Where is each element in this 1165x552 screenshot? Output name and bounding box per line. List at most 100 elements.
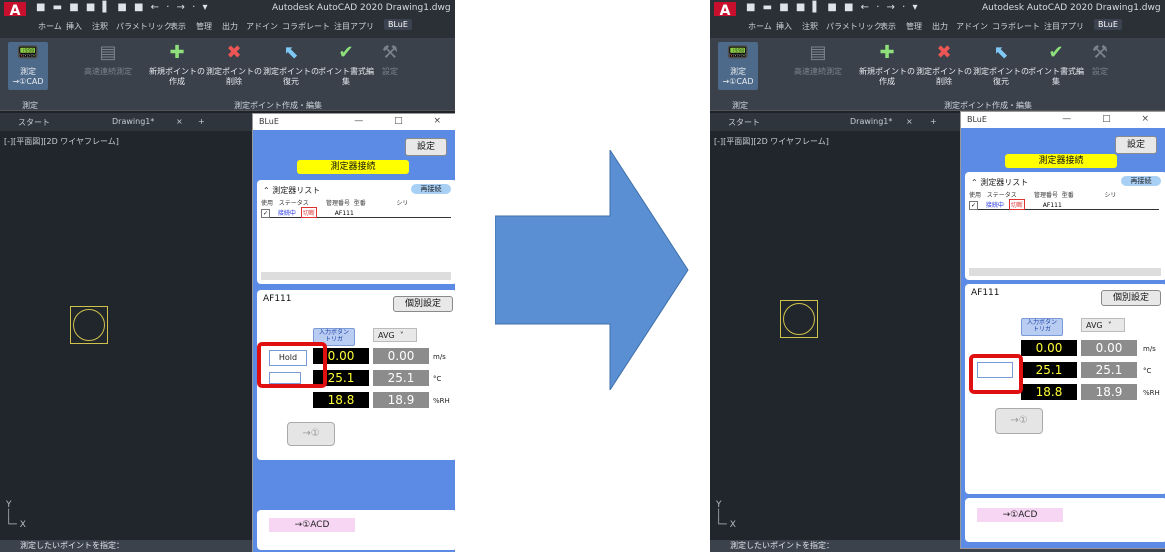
disconnect-button[interactable]: 切断 bbox=[1008, 199, 1025, 210]
close-tab-icon[interactable]: × bbox=[176, 117, 183, 126]
tab-addins[interactable]: アドイン bbox=[956, 21, 988, 32]
live-value-humidity: 18.8 bbox=[1021, 384, 1077, 400]
tab-blue[interactable]: BLuE bbox=[384, 19, 412, 30]
individual-settings-button[interactable]: 個別設定 bbox=[1101, 290, 1161, 306]
highlight-box bbox=[969, 354, 1023, 394]
drawn-circle-rectangle[interactable] bbox=[780, 300, 818, 338]
blue-title-bar: BLuE — □ × bbox=[961, 112, 1165, 128]
device-name: AF111 bbox=[263, 294, 292, 304]
avg-select[interactable]: AVG ˅ bbox=[373, 328, 417, 342]
horizontal-scrollbar[interactable] bbox=[261, 272, 451, 280]
individual-settings-button[interactable]: 個別設定 bbox=[393, 296, 453, 312]
delete-point-icon: ✖ bbox=[226, 42, 242, 63]
format-edit-button[interactable]: ✔ ポイント書式編集 bbox=[1028, 42, 1084, 87]
avg-select[interactable]: AVG ˅ bbox=[1081, 318, 1125, 332]
send-to-cad-button[interactable]: →① bbox=[995, 408, 1043, 434]
tab-home[interactable]: ホーム bbox=[748, 21, 772, 32]
send-to-cad-button[interactable]: →① bbox=[287, 422, 335, 446]
new-point-icon: ✚ bbox=[169, 42, 185, 63]
tab-featured-apps[interactable]: 注目アプリ bbox=[1044, 21, 1084, 32]
tab-addins[interactable]: アドイン bbox=[246, 21, 278, 32]
clipboard-icon: ▤ bbox=[99, 42, 117, 63]
spell-check-icon: ✔ bbox=[1048, 42, 1064, 63]
blue-settings-button[interactable]: 設定 bbox=[405, 138, 447, 156]
arrow-right-icon bbox=[495, 150, 689, 390]
blue-settings-button[interactable]: 設定 bbox=[1115, 136, 1157, 154]
tab-home[interactable]: ホーム bbox=[38, 21, 62, 32]
tab-view[interactable]: 表示 bbox=[170, 21, 186, 32]
tab-drawing1[interactable]: Drawing1* bbox=[850, 117, 892, 126]
delete-point-button[interactable]: ✖ 測定ポイントの削除 bbox=[206, 42, 262, 87]
model-cell: AF111 bbox=[1042, 202, 1062, 209]
tab-start[interactable]: スタート bbox=[728, 117, 760, 128]
tab-parametric[interactable]: パラメトリック bbox=[116, 21, 172, 32]
add-tab-icon[interactable]: + bbox=[930, 117, 937, 126]
input-button-trigger[interactable]: 入力ボタン トリガ bbox=[1021, 318, 1063, 336]
format-edit-button[interactable]: ✔ ポイント書式編集 bbox=[318, 42, 374, 87]
new-point-button[interactable]: ✚ 新規ポイントの作成 bbox=[148, 42, 206, 87]
connect-device-button[interactable]: 測定器接続 bbox=[1005, 154, 1117, 168]
ribbon-panel: 📟 測定 →①CAD ▤ 高速連続測定 ✚ 新規ポイントの作成 ✖ 測定ポイント… bbox=[0, 38, 455, 111]
viewport-label[interactable]: [-][平面図][2D ワイヤフレーム] bbox=[714, 136, 829, 147]
tab-annotate[interactable]: 注釈 bbox=[92, 21, 108, 32]
settings-button[interactable]: ⚒ 設定 bbox=[378, 42, 402, 77]
tab-drawing1[interactable]: Drawing1* bbox=[112, 117, 154, 126]
quick-access-toolbar[interactable]: ■ ▬ ■ ■ ▌ ■ ■ ← · → · ▾ bbox=[36, 2, 209, 13]
tab-output[interactable]: 出力 bbox=[222, 21, 238, 32]
connect-device-button[interactable]: 測定器接続 bbox=[297, 160, 409, 174]
measure-to-cad-button[interactable]: 📟 測定 →①CAD bbox=[8, 42, 48, 90]
screenshot-after: A ■ ▬ ■ ■ ▌ ■ ■ ← · → · ▾ Autodesk AutoC… bbox=[710, 0, 1165, 552]
status-connected: 接続中 bbox=[277, 210, 296, 217]
tab-collaborate[interactable]: コラボレート bbox=[992, 21, 1040, 32]
unit-temperature: °C bbox=[433, 375, 442, 383]
horizontal-scrollbar[interactable] bbox=[969, 268, 1161, 276]
disconnect-button[interactable]: 切断 bbox=[300, 207, 317, 218]
blue-window-title: BLuE bbox=[967, 115, 987, 124]
tab-blue[interactable]: BLuE bbox=[1094, 19, 1122, 30]
tab-collaborate[interactable]: コラボレート bbox=[282, 21, 330, 32]
viewport-label[interactable]: [-][平面図][2D ワイヤフレーム] bbox=[4, 136, 119, 147]
tab-parametric[interactable]: パラメトリック bbox=[826, 21, 882, 32]
use-checkbox[interactable]: ✓ bbox=[261, 209, 270, 218]
tab-featured-apps[interactable]: 注目アプリ bbox=[334, 21, 374, 32]
settings-button[interactable]: ⚒ 設定 bbox=[1088, 42, 1112, 77]
avg-value-speed: 0.00 bbox=[373, 348, 429, 364]
reconnect-button[interactable]: 再接続 bbox=[411, 184, 451, 194]
title-bar: A ■ ▬ ■ ■ ▌ ■ ■ ← · → · ▾ Autodesk AutoC… bbox=[710, 0, 1165, 20]
unit-temperature: °C bbox=[1143, 367, 1152, 375]
tab-view[interactable]: 表示 bbox=[880, 21, 896, 32]
drawn-circle-rectangle[interactable] bbox=[70, 306, 108, 344]
new-point-button[interactable]: ✚ 新規ポイントの作成 bbox=[858, 42, 916, 87]
tab-insert[interactable]: 挿入 bbox=[776, 21, 792, 32]
panel-label-measure: 測定 bbox=[732, 101, 748, 110]
spell-check-icon: ✔ bbox=[338, 42, 354, 63]
quick-access-toolbar[interactable]: ■ ▬ ■ ■ ▌ ■ ■ ← · → · ▾ bbox=[746, 2, 919, 13]
blue-window-title: BLuE bbox=[259, 117, 279, 126]
tab-annotate[interactable]: 注釈 bbox=[802, 21, 818, 32]
delete-point-button[interactable]: ✖ 測定ポイントの削除 bbox=[916, 42, 972, 87]
add-tab-icon[interactable]: + bbox=[198, 117, 205, 126]
tab-output[interactable]: 出力 bbox=[932, 21, 948, 32]
tab-start[interactable]: スタート bbox=[18, 117, 50, 128]
use-checkbox[interactable]: ✓ bbox=[969, 201, 978, 210]
blue-window: BLuE — □ × 設定 測定器接続 ⌃ 測定器リスト 再接続 使用 ステータ… bbox=[252, 113, 455, 552]
table-row[interactable]: ✓ 接続中 切断 AF111 bbox=[969, 199, 1159, 210]
device-list-header: 使用 ステータス 管理番号 型番 シリ bbox=[969, 192, 1117, 199]
window-controls[interactable]: — □ × bbox=[1062, 114, 1163, 124]
measure-to-cad-button[interactable]: 📟 測定 →①CAD bbox=[718, 42, 758, 90]
tab-insert[interactable]: 挿入 bbox=[66, 21, 82, 32]
close-tab-icon[interactable]: × bbox=[906, 117, 913, 126]
window-controls[interactable]: — □ × bbox=[354, 116, 455, 126]
high-speed-measure-button[interactable]: ▤ 高速連続測定 bbox=[788, 42, 848, 77]
panel-label-measure: 測定 bbox=[22, 101, 38, 110]
restore-point-button[interactable]: ⬉ 測定ポイントの復元 bbox=[262, 42, 320, 87]
high-speed-measure-button[interactable]: ▤ 高速連続測定 bbox=[78, 42, 138, 77]
table-row[interactable]: ✓ 接続中 切断 AF111 bbox=[261, 207, 451, 218]
tab-manage[interactable]: 管理 bbox=[196, 21, 212, 32]
tab-manage[interactable]: 管理 bbox=[906, 21, 922, 32]
restore-point-button[interactable]: ⬉ 測定ポイントの復元 bbox=[972, 42, 1030, 87]
live-value-temperature: 25.1 bbox=[1021, 362, 1077, 378]
delete-point-icon: ✖ bbox=[936, 42, 952, 63]
reconnect-button[interactable]: 再接続 bbox=[1121, 176, 1161, 186]
model-cell: AF111 bbox=[334, 210, 354, 217]
